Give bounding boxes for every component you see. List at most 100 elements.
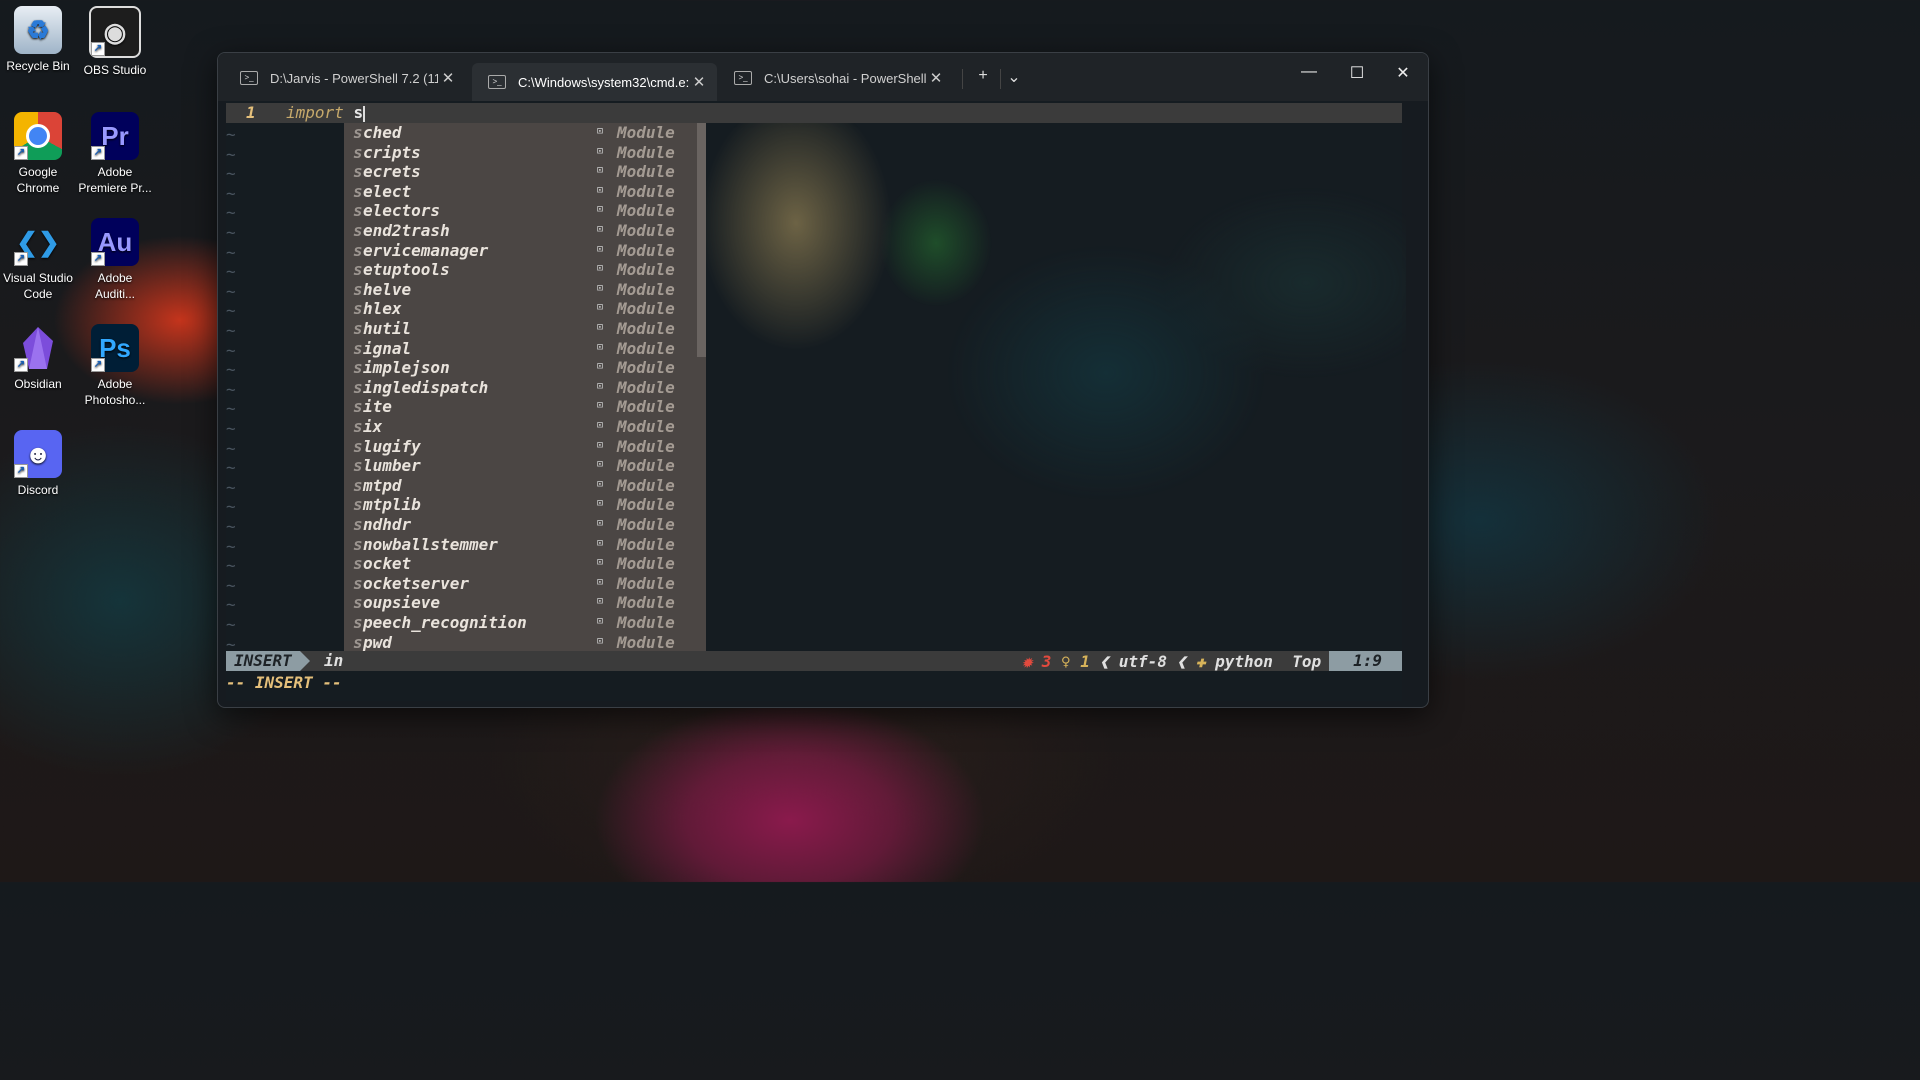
completion-item[interactable]: s lugify ⊡ Module xyxy=(344,437,696,457)
completion-item[interactable]: s helve ⊡ Module xyxy=(344,280,696,300)
desktop-icon-chrome[interactable]: ↗ Google Chrome xyxy=(0,112,76,196)
completion-kind: Module xyxy=(617,123,675,142)
completion-item[interactable]: s mtplib ⊡ Module xyxy=(344,495,696,515)
desktop-icon-recycle-bin[interactable]: ♻ Recycle Bin xyxy=(0,6,76,74)
completion-item[interactable]: s ignal ⊡ Module xyxy=(344,339,696,359)
completion-kind: Module xyxy=(617,397,675,417)
error-count: 3 xyxy=(1041,651,1052,671)
completion-kind: Module xyxy=(617,534,675,554)
completion-item[interactable]: s ix ⊡ Module xyxy=(344,417,696,437)
module-icon: ⊡ xyxy=(597,341,604,353)
tab-title: C:\Windows\system32\cmd.e: xyxy=(518,74,689,90)
desktop-icon-discord[interactable]: ☻ ↗ Discord xyxy=(0,430,76,498)
vim-editor[interactable]: 1 import s ~ ~ ~ ~ ~ ~ ~ ~ ~ ~ ~ ~ ~ ~ ~ ~ ~ ~ ~ ~ ~ ~ ~ ~ ~ ~ ~ s… xyxy=(226,101,1406,701)
code-line: import s xyxy=(286,103,366,122)
cmd-icon: >_ xyxy=(488,75,506,89)
completion-item[interactable]: s ingledispatch ⊡ Module xyxy=(344,378,696,398)
completion-prefix: s xyxy=(353,534,363,554)
module-icon: ⊡ xyxy=(597,380,604,392)
completion-kind: Module xyxy=(617,260,675,280)
tab-bar: >_ D:\Jarvis - PowerShell 7.2 (1129 ✕ >_… xyxy=(218,53,1428,101)
completion-item[interactable]: s oupsieve ⊡ Module xyxy=(344,593,696,613)
completion-kind: Module xyxy=(617,573,675,593)
completion-item[interactable]: s elect ⊡ Module xyxy=(344,182,696,202)
completion-item[interactable]: s ervicemanager ⊡ Module xyxy=(344,241,696,261)
tab-cmd[interactable]: >_ C:\Windows\system32\cmd.e: ✕ xyxy=(472,63,717,101)
completion-prefix: s xyxy=(353,613,363,632)
completion-kind: Module xyxy=(617,475,675,495)
completion-item[interactable]: s peech_recognition ⊡ Module xyxy=(344,613,696,633)
tilde-marker: ~ xyxy=(226,203,236,223)
tab-close-icon[interactable]: ✕ xyxy=(689,73,709,91)
text-cursor xyxy=(363,105,366,122)
desktop-icon-label: Adobe Photosho... xyxy=(84,377,146,407)
completion-kind: Module xyxy=(617,201,675,221)
completion-item[interactable]: s hlex ⊡ Module xyxy=(344,299,696,319)
minimize-button[interactable]: — xyxy=(1286,63,1332,81)
completion-scrollbar[interactable] xyxy=(697,123,706,357)
completion-kind: Module xyxy=(617,358,675,378)
tab-close-icon[interactable]: ✕ xyxy=(438,69,458,87)
desktop-icon-photoshop[interactable]: Ps ↗ Adobe Photosho... xyxy=(77,324,153,408)
completion-item[interactable]: s ocketserver ⊡ Module xyxy=(344,574,696,594)
completion-item[interactable]: s etuptools ⊡ Module xyxy=(344,260,696,280)
module-icon: ⊡ xyxy=(597,635,604,647)
completion-prefix: s xyxy=(353,475,363,495)
desktop-icon-label: Visual Studio Code xyxy=(3,271,73,301)
tab-divider xyxy=(962,69,963,89)
file-name: in xyxy=(324,651,344,670)
new-tab-button[interactable]: + xyxy=(971,67,995,85)
tilde-marker: ~ xyxy=(226,183,236,203)
tilde-marker: ~ xyxy=(226,575,236,595)
completion-item[interactable]: s cripts ⊡ Module xyxy=(344,143,696,163)
desktop-icon-vscode[interactable]: ❮❯ ↗ Visual Studio Code xyxy=(0,218,76,302)
tab-dropdown-button[interactable]: ⌄ xyxy=(1002,67,1026,87)
cursor-position: 1:9 xyxy=(1329,651,1402,671)
tilde-marker: ~ xyxy=(226,419,236,438)
completion-item[interactable]: s electors ⊡ Module xyxy=(344,201,696,221)
completion-popup[interactable]: s ched ⊡ Module s cripts ⊡ Module s ecrets ⊡ Module… xyxy=(344,123,706,671)
completion-prefix: s xyxy=(353,338,363,358)
completion-kind: Module xyxy=(617,142,675,162)
module-icon: ⊡ xyxy=(597,361,604,373)
completion-item[interactable]: s end2trash ⊡ Module xyxy=(344,221,696,241)
desktop-icon-premiere[interactable]: Pr ↗ Adobe Premiere Pr... xyxy=(77,112,153,196)
completion-item[interactable]: s lumber ⊡ Module xyxy=(344,456,696,476)
scroll-position: Top xyxy=(1292,651,1322,671)
completion-item[interactable]: s implejson ⊡ Module xyxy=(344,358,696,378)
completion-item[interactable]: s ite ⊡ Module xyxy=(344,397,696,417)
premiere-glyph: Pr xyxy=(101,121,129,151)
completion-prefix: s xyxy=(353,299,363,319)
completion-item[interactable]: s pwd ⊡ Module xyxy=(344,633,696,653)
completion-item[interactable]: s ndhdr ⊡ Module xyxy=(344,515,696,535)
photoshop-glyph: Ps xyxy=(99,333,131,363)
completion-prefix: s xyxy=(353,240,363,260)
completion-prefix: s xyxy=(353,201,363,221)
completion-kind: Module xyxy=(617,417,675,436)
completion-kind: Module xyxy=(617,456,675,476)
completion-item[interactable]: s ecrets ⊡ Module xyxy=(344,162,696,182)
module-icon: ⊡ xyxy=(597,302,604,314)
tab-close-icon[interactable]: ✕ xyxy=(926,69,946,87)
desktop-icon-audition[interactable]: Au ↗ Adobe Auditi... xyxy=(77,218,153,302)
completion-item[interactable]: s ched ⊡ Module xyxy=(344,123,696,143)
completion-kind: Module xyxy=(617,515,675,534)
completion-item[interactable]: s hutil ⊡ Module xyxy=(344,319,696,339)
module-icon: ⊡ xyxy=(597,204,604,216)
desktop-icon-obsidian[interactable]: ↗ Obsidian xyxy=(0,324,76,392)
completion-kind: Module xyxy=(617,632,675,652)
completion-text: lumber xyxy=(363,456,421,476)
tab-title: C:\Users\sohai - PowerShell 7.2 xyxy=(764,70,926,86)
module-icon: ⊡ xyxy=(597,518,604,529)
completion-item[interactable]: s ocket ⊡ Module xyxy=(344,554,696,574)
maximize-button[interactable]: ☐ xyxy=(1334,63,1380,83)
completion-item[interactable]: s nowballstemmer ⊡ Module xyxy=(344,535,696,555)
tab-jarvis-powershell[interactable]: >_ D:\Jarvis - PowerShell 7.2 (1129 ✕ xyxy=(224,63,466,93)
completion-prefix: s xyxy=(353,162,363,182)
close-window-button[interactable]: ✕ xyxy=(1380,63,1426,83)
tab-sohai-powershell[interactable]: >_ C:\Users\sohai - PowerShell 7.2 ✕ xyxy=(718,63,954,93)
desktop-icon-obs[interactable]: ◉ ↗ OBS Studio xyxy=(77,6,153,78)
completion-text: end2trash xyxy=(363,221,450,240)
module-icon: ⊡ xyxy=(597,282,604,294)
completion-item[interactable]: s mtpd ⊡ Module xyxy=(344,476,696,496)
